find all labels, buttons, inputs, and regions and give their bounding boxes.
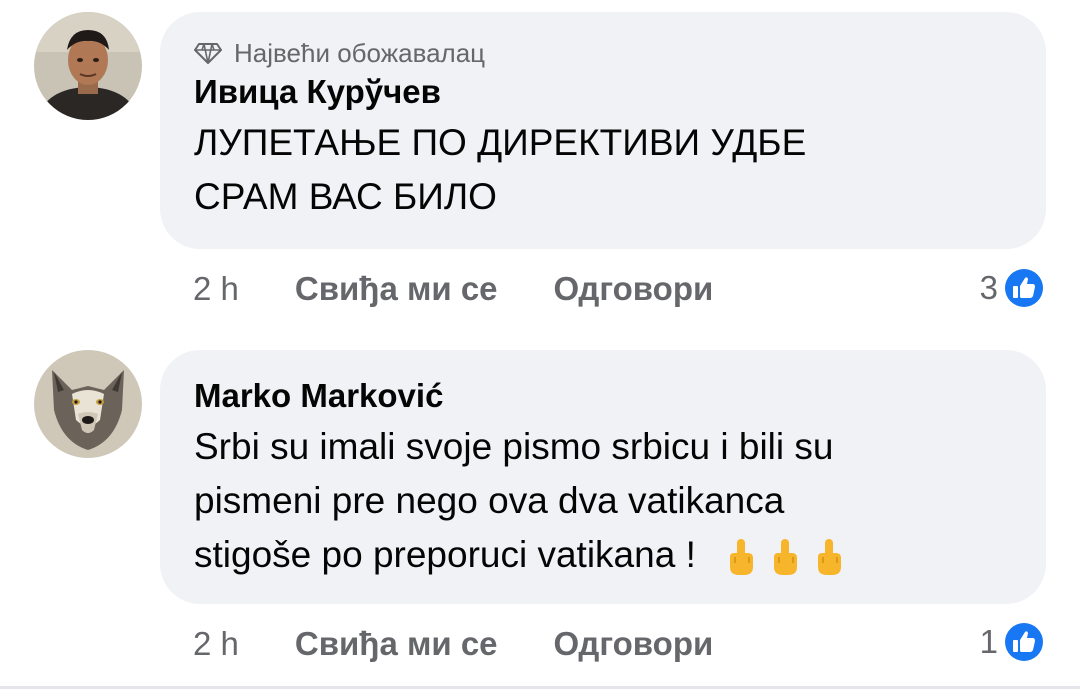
like-button[interactable]: Свиђа ми се (295, 625, 498, 663)
avatar[interactable] (34, 350, 142, 458)
comment-text: ЛУПЕТАЊЕ ПО ДИРЕКТИВИ УДБЕ СРАМ ВАС БИЛО (194, 116, 1046, 224)
reaction-count: 1 (979, 623, 998, 660)
comment-text-line-with-emoji: stigoše po preporuci vatikana ! (194, 528, 1046, 582)
comment-timestamp[interactable]: 2 h (193, 270, 239, 308)
avatar-photo-wolf (34, 350, 142, 458)
diamond-icon (194, 43, 222, 64)
comment-author[interactable]: Marko Marković (194, 376, 1046, 416)
comment-text: Srbi su imali svoje pismo srbicu i bili … (194, 420, 1046, 582)
like-icon (1003, 267, 1045, 309)
comment-author[interactable]: Ивица Курўчев (194, 72, 1046, 112)
reaction-summary[interactable]: 3 (980, 266, 1046, 310)
comment-actions: 2 h Свиђа ми се Одговори (193, 270, 713, 308)
comment-actions: 2 h Свиђа ми се Одговори (193, 625, 713, 663)
like-button[interactable]: Свиђа ми се (295, 270, 498, 308)
avatar-photo-man (34, 12, 142, 120)
middle-finger-emoji (818, 539, 842, 576)
top-fan-badge[interactable]: Највећи обожавалац (194, 36, 1046, 70)
emoji-group (712, 537, 844, 577)
comment-text-line: Srbi su imali svoje pismo srbicu i bili … (194, 426, 834, 467)
reaction-count: 3 (979, 269, 998, 306)
comment-text-line: stigoše po preporuci vatikana ! (194, 534, 696, 575)
comment-text-line: СРАМ ВАС БИЛО (194, 176, 497, 217)
comment-text-line: pismeni pre nego ova dva vatikanca (194, 480, 785, 521)
reply-button[interactable]: Одговори (554, 270, 714, 308)
comment-bubble: Marko Marković Srbi su imali svoje pismo… (160, 350, 1046, 604)
avatar[interactable] (34, 12, 142, 120)
comment-bubble: Највећи обожавалац Ивица Курўчев ЛУПЕТАЊ… (160, 12, 1046, 249)
comment-timestamp[interactable]: 2 h (193, 625, 239, 663)
reply-button[interactable]: Одговори (554, 625, 714, 663)
like-icon (1003, 621, 1045, 663)
middle-finger-emoji (730, 539, 754, 576)
reaction-summary[interactable]: 1 (980, 620, 1046, 664)
comment-text-line: ЛУПЕТАЊЕ ПО ДИРЕКТИВИ УДБЕ (194, 122, 807, 163)
middle-finger-emoji (774, 539, 798, 576)
badge-label: Највећи обожавалац (234, 37, 486, 68)
